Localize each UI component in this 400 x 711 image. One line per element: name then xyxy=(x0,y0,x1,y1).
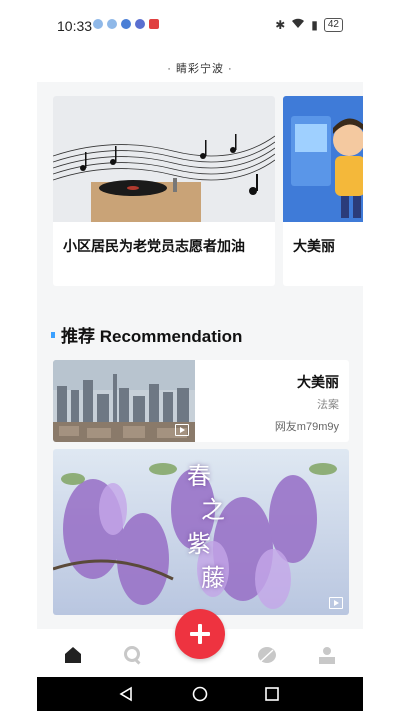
recommendation-title: 大美丽 xyxy=(297,374,339,390)
music-notes-gramophone-image xyxy=(53,96,275,222)
bluetooth-icon: ✱ xyxy=(275,18,286,32)
sim-icon: ▮ xyxy=(311,18,318,32)
recommendation-item[interactable]: 大美丽 法案 网友m79m9y xyxy=(53,360,349,442)
poem-character: 春 xyxy=(187,462,211,490)
home-icon[interactable] xyxy=(63,645,83,665)
carousel-card-title: 大美丽 xyxy=(293,238,335,254)
recommendation-item[interactable]: 春 之 紫 藤 xyxy=(53,449,349,615)
carousel-card[interactable]: 小区居民为老党员志愿者加油 xyxy=(53,96,275,286)
poem-character: 藤 xyxy=(201,564,225,592)
app-notification-icon xyxy=(107,19,117,29)
wifi-icon xyxy=(291,18,305,32)
search-icon[interactable] xyxy=(123,645,143,665)
recommendation-category: 法案 xyxy=(317,399,339,411)
home-nav-icon[interactable] xyxy=(191,685,209,703)
section-accent-bar xyxy=(51,331,55,338)
poem-overlay: 春 之 紫 藤 xyxy=(187,459,225,595)
app-title: · 睛彩宁波 · xyxy=(167,63,233,75)
featured-carousel[interactable]: 小区居民为老党员志愿者加油 大美丽 xyxy=(53,96,363,286)
status-right: ✱ ▮ 42 xyxy=(275,18,343,32)
poem-character: 紫 xyxy=(187,530,211,558)
video-badge-icon xyxy=(329,597,343,609)
app-screen: 10:33 ✱ ▮ 42 · 睛彩宁波 · 小区居民为老党员志愿者加油 大美丽 … xyxy=(37,0,363,711)
recommendation-author: 网友m79m9y xyxy=(274,421,339,433)
section-title: 推荐 Recommendation xyxy=(61,327,243,346)
app-notification-icon xyxy=(135,19,145,29)
video-badge-icon xyxy=(175,424,189,436)
app-notification-icon xyxy=(93,19,103,29)
notification-icons xyxy=(93,19,159,29)
app-notification-icon xyxy=(149,19,159,29)
status-bar: 10:33 ✱ ▮ 42 xyxy=(37,14,363,38)
status-time: 10:33 xyxy=(57,18,93,34)
recommendation-section-header: 推荐 Recommendation xyxy=(51,322,242,347)
city-skyline-image xyxy=(53,360,195,442)
back-icon[interactable] xyxy=(117,685,135,703)
battery-indicator: 42 xyxy=(323,18,343,32)
system-navigation-bar xyxy=(37,677,363,711)
add-button[interactable] xyxy=(175,609,225,659)
poem-character: 之 xyxy=(201,496,225,524)
recent-apps-icon[interactable] xyxy=(263,685,281,703)
leaf-icon[interactable] xyxy=(257,645,277,665)
app-notification-icon xyxy=(121,19,131,29)
cartoon-boy-3d-image xyxy=(283,96,363,222)
carousel-card[interactable]: 大美丽 xyxy=(283,96,363,286)
carousel-card-title: 小区居民为老党员志愿者加油 xyxy=(63,238,245,254)
profile-icon[interactable] xyxy=(317,645,337,665)
